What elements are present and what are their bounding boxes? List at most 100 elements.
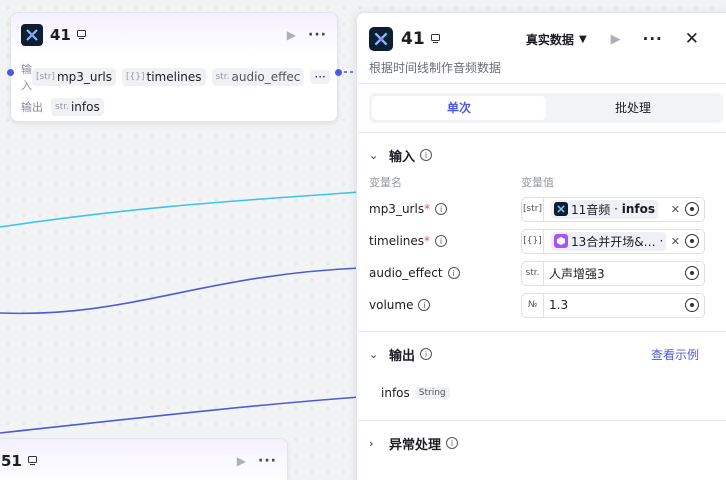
output-tag-infos: str. infos [51, 98, 104, 116]
more-inputs-button[interactable]: ··· [310, 70, 330, 84]
divider [357, 420, 726, 421]
chevron-right-icon: › [369, 436, 374, 450]
tab-single[interactable]: 单次 [372, 96, 546, 120]
close-icon[interactable]: ✕ [685, 29, 699, 49]
var-name: volume i [369, 298, 521, 312]
tab-batch[interactable]: 批处理 [546, 96, 720, 120]
input-row-audio_effect: audio_effect i str. 人声增强3 [357, 257, 726, 289]
type-badge: str. [522, 261, 544, 285]
output-label: 输出 [21, 101, 43, 114]
required-mark: * [424, 234, 431, 248]
input-row-mp3_urls: mp3_urls * i [str] 11音频 · infos ✕ [357, 193, 726, 225]
input-section-header[interactable]: ⌄ 输入 i [357, 139, 726, 171]
workflow-canvas[interactable]: 41 ▶ ··· 输入 [str] mp3_urls [{}] timelines … [0, 0, 726, 480]
output-row-infos: infos String [357, 378, 726, 408]
input-row-timelines: timelines * i [{}] 13合并开场&… · ✕ [357, 225, 726, 257]
col-name: 变量名 [369, 176, 402, 189]
chevron-down-icon: ⌄ [369, 148, 379, 162]
data-mode-dropdown[interactable]: 真实数据 ▼ [526, 31, 587, 48]
more-icon[interactable]: ··· [643, 30, 663, 48]
node-51-title: 51 [1, 452, 22, 470]
chevron-down-icon: ⌄ [369, 347, 379, 361]
info-icon: i [435, 203, 448, 215]
more-icon[interactable]: ··· [308, 27, 327, 43]
edge-cyan [0, 191, 361, 228]
output-section-title: 输出 [389, 348, 416, 364]
type-badge: [str] [522, 197, 544, 221]
type-badge: [{}] [522, 229, 544, 253]
doc-icon [76, 29, 88, 41]
target-icon[interactable] [685, 202, 699, 216]
input-columns: 变量名 变量值 [357, 171, 726, 193]
panel-description: 根据时间线制作音频数据 [369, 61, 502, 75]
var-value-field[interactable]: str. 人声增强3 [521, 260, 705, 286]
node-41[interactable]: 41 ▶ ··· 输入 [str] mp3_urls [{}] timelines … [10, 12, 338, 122]
target-icon[interactable] [685, 266, 699, 280]
info-icon: i [446, 437, 459, 449]
output-type: String [414, 387, 450, 399]
clear-icon[interactable]: ✕ [671, 235, 680, 248]
var-name: timelines * i [369, 234, 521, 248]
target-icon[interactable] [685, 298, 699, 312]
caret-down-icon: ▼ [578, 33, 587, 45]
var-value-field[interactable]: [str] 11音频 · infos ✕ [521, 196, 705, 222]
app-logo-icon [21, 24, 43, 46]
node-51[interactable]: 51 ▶ ··· [0, 438, 288, 480]
error-section-header[interactable]: › 异常处理 i [357, 427, 726, 459]
info-icon: i [420, 149, 433, 161]
var-name: audio_effect i [369, 266, 521, 280]
input-tag-timelines: [{}] timelines [122, 68, 206, 86]
input-row-volume: volume i № 1.3 [357, 289, 726, 321]
app-logo-icon [554, 202, 568, 216]
edge-blue-curve [0, 267, 361, 315]
node-41-output-port[interactable] [335, 69, 342, 76]
input-tag-audio_effect: str. audio_effec [211, 68, 305, 86]
error-section-title: 异常处理 [389, 437, 442, 453]
doc-icon [27, 455, 39, 467]
input-tag-mp3_urls: [str] mp3_urls [32, 68, 117, 86]
divider [357, 132, 726, 133]
view-example-link[interactable]: 查看示例 [651, 346, 699, 363]
info-icon: i [420, 348, 433, 360]
mode-tabs: 单次 批处理 [369, 93, 723, 123]
cube-icon [554, 234, 568, 248]
info-icon: i [418, 299, 431, 311]
divider [357, 331, 726, 332]
number-value[interactable]: 1.3 [544, 298, 685, 312]
run-icon[interactable]: ▶ [287, 28, 296, 42]
panel-header: 41 真实数据 ▼ ▶ ··· ✕ [357, 13, 726, 53]
type-badge: № [522, 293, 544, 317]
output-name: infos [381, 386, 410, 400]
var-value-field[interactable]: № 1.3 [521, 292, 705, 318]
ref-chip: 11音频 · infos [551, 199, 659, 219]
node-41-input-port[interactable] [7, 69, 14, 76]
node-41-title: 41 [50, 26, 71, 44]
node-41-outputs: 输出 str. infos [11, 95, 337, 119]
run-icon[interactable]: ▶ [611, 32, 621, 47]
ref-chip: 13合并开场&… · [551, 231, 667, 251]
var-value-field[interactable]: [{}] 13合并开场&… · ✕ [521, 228, 705, 254]
app-logo-icon [369, 27, 393, 51]
col-value: 变量值 [521, 176, 554, 189]
clear-icon[interactable]: ✕ [671, 203, 680, 216]
target-icon[interactable] [685, 234, 699, 248]
output-section-header[interactable]: ⌄ 输出 i 查看示例 [357, 338, 726, 370]
required-mark: * [424, 202, 431, 216]
node-detail-panel: 41 真实数据 ▼ ▶ ··· ✕ 根据时间线制作音频数据 单次 批处理 ⌄ 输入… [356, 12, 726, 480]
info-icon: i [447, 267, 460, 279]
node-41-header: 41 ▶ ··· [11, 13, 337, 57]
ref-value: 11音频 · infos [544, 199, 671, 219]
ref-value: 13合并开场&… · [544, 231, 671, 251]
run-icon[interactable]: ▶ [237, 454, 246, 468]
doc-icon [430, 33, 442, 45]
node-41-inputs: 输入 [str] mp3_urls [{}] timelines str. audio… [11, 63, 337, 92]
var-name: mp3_urls * i [369, 202, 521, 216]
input-section-title: 输入 [389, 149, 416, 165]
text-value[interactable]: 人声增强3 [544, 265, 685, 282]
panel-title: 41 [401, 29, 425, 49]
info-icon: i [435, 235, 448, 247]
more-icon[interactable]: ··· [258, 453, 277, 469]
node-51-header: 51 ▶ ··· [0, 439, 287, 480]
divider [357, 83, 726, 84]
input-label: 输入 [21, 63, 32, 92]
